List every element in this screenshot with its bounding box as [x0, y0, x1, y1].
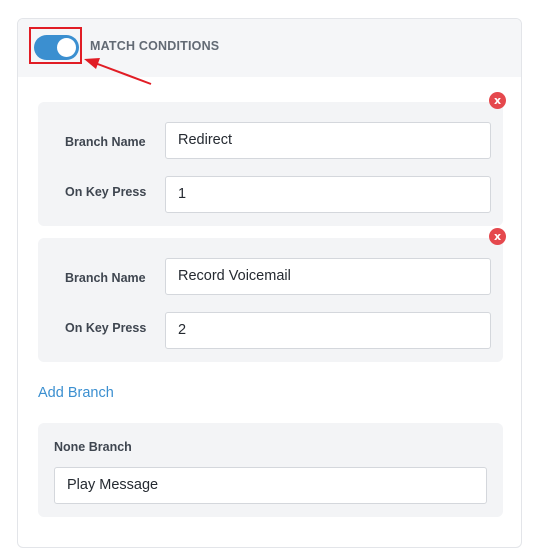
key-press-input[interactable]: 2 [165, 312, 491, 349]
branch-name-input[interactable]: Record Voicemail [165, 258, 491, 295]
add-branch-link[interactable]: Add Branch [38, 385, 114, 401]
header-title: MATCH CONDITIONS [90, 39, 220, 53]
key-press-label: On Key Press [65, 321, 147, 335]
match-conditions-panel: MATCH CONDITIONS x Branch Name Redirect … [17, 18, 522, 548]
branch-card: x Branch Name Redirect On Key Press 1 [38, 92, 506, 226]
branch-name-label: Branch Name [65, 135, 146, 149]
toggle-knob [57, 38, 76, 57]
key-press-label: On Key Press [65, 185, 147, 199]
branch-card: x Branch Name Record Voicemail On Key Pr… [38, 228, 506, 362]
none-branch-input[interactable]: Play Message [54, 467, 487, 504]
remove-branch-button[interactable]: x [489, 228, 506, 245]
none-branch-label: None Branch [54, 440, 132, 454]
key-press-input[interactable]: 1 [165, 176, 491, 213]
remove-branch-button[interactable]: x [489, 92, 506, 109]
branch-name-label: Branch Name [65, 271, 146, 285]
branch-name-input[interactable]: Redirect [165, 122, 491, 159]
none-branch-card: None Branch Play Message [38, 423, 503, 517]
match-conditions-toggle[interactable] [34, 35, 79, 60]
panel-header: MATCH CONDITIONS [18, 19, 521, 77]
